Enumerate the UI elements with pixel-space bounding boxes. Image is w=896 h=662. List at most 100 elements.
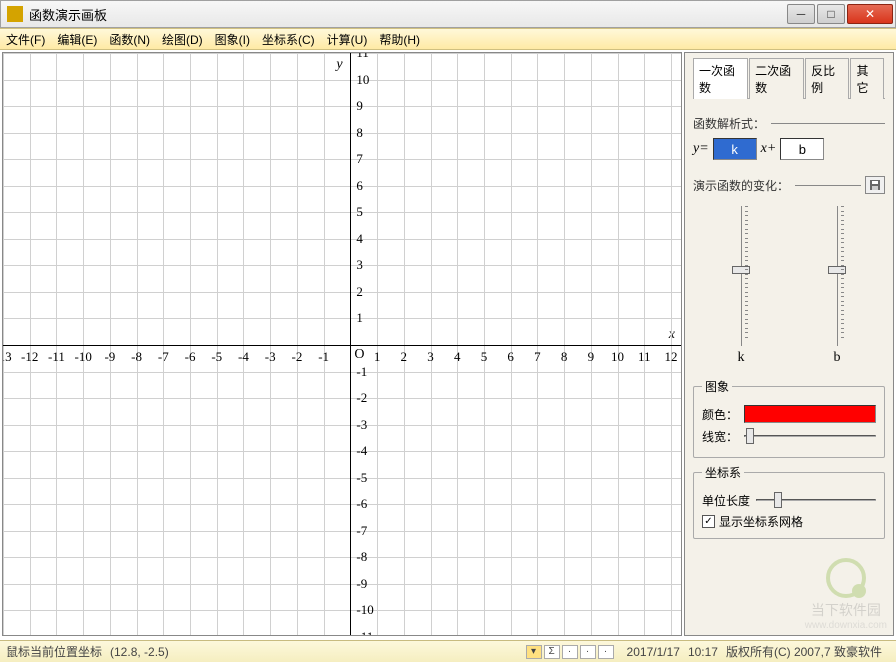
show-grid-label: 显示坐标系网格 [719, 513, 803, 530]
unit-length-label: 单位长度 [702, 492, 750, 509]
y-tick-label: -7 [356, 523, 367, 539]
x-tick-label: -10 [74, 349, 91, 365]
x-tick-label: -8 [131, 349, 142, 365]
y-tick-label: -1 [356, 364, 367, 380]
linewidth-slider[interactable] [744, 427, 876, 445]
x-tick-label: 11 [638, 349, 651, 365]
save-icon[interactable] [865, 176, 885, 194]
menu-coord[interactable]: 坐标系(C) [262, 31, 315, 48]
maximize-button[interactable]: □ [817, 4, 845, 24]
watermark: 当下软件园 www.downxia.com [805, 558, 887, 631]
color-label: 颜色： [702, 406, 738, 423]
x-tick-label: 10 [611, 349, 624, 365]
mouse-position-label: 鼠标当前位置坐标 [6, 643, 102, 660]
menu-function[interactable]: 函数(N) [109, 31, 150, 48]
image-fieldset: 图象 颜色： 线宽： [693, 378, 885, 458]
x-plus-label: x+ [761, 141, 777, 157]
x-tick-label: 5 [481, 349, 488, 365]
x-tick-label: 9 [588, 349, 595, 365]
menu-help[interactable]: 帮助(H) [379, 31, 420, 48]
y-tick-label: -8 [356, 549, 367, 565]
menu-plot[interactable]: 绘图(D) [162, 31, 203, 48]
tab-other[interactable]: 其它 [850, 58, 884, 99]
statusbar: 鼠标当前位置坐标 (12.8, -2.5) ▾ Σ · · · 2017/1/1… [0, 640, 896, 662]
x-tick-label: 2 [401, 349, 408, 365]
y-tick-label: -9 [356, 576, 367, 592]
x-tick-label: -9 [104, 349, 115, 365]
status-tool-3-icon[interactable]: · [562, 645, 578, 659]
show-grid-checkbox[interactable]: ✓ [702, 515, 715, 528]
window-title: 函数演示画板 [29, 5, 785, 24]
function-tabs: 一次函数 二次函数 反比例 其它 [693, 57, 885, 99]
k-input[interactable] [713, 138, 757, 160]
unit-length-slider[interactable] [756, 491, 876, 509]
x-tick-label: 3 [427, 349, 434, 365]
status-copyright: 版权所有(C) 2007,7 致豪软件 [726, 643, 882, 660]
x-tick-label: -2 [291, 349, 302, 365]
color-swatch[interactable] [744, 405, 876, 423]
y-tick-label: -4 [356, 443, 367, 459]
x-tick-label: -5 [211, 349, 222, 365]
x-tick-label: 8 [561, 349, 568, 365]
x-tick-label: -4 [238, 349, 249, 365]
tab-quadratic[interactable]: 二次函数 [749, 58, 804, 99]
x-tick-label: -11 [48, 349, 65, 365]
y-tick-label: 4 [356, 231, 363, 247]
y-tick-label: 10 [356, 72, 369, 88]
mouse-position-value: (12.8, -2.5) [110, 645, 169, 659]
y-tick-label: 6 [356, 178, 363, 194]
menu-image[interactable]: 图象(I) [215, 31, 250, 48]
x-tick-label: 1 [374, 349, 381, 365]
b-slider[interactable] [817, 206, 857, 346]
x-tick-label: 7 [534, 349, 541, 365]
x-tick-label: -12 [21, 349, 38, 365]
status-sigma-icon[interactable]: Σ [544, 645, 560, 659]
x-tick-label: 12 [665, 349, 678, 365]
x-tick-label: -13 [2, 349, 12, 365]
coord-fieldset: 坐标系 单位长度 ✓ 显示坐标系网格 [693, 464, 885, 539]
tab-inverse[interactable]: 反比例 [805, 58, 849, 99]
x-tick-label: 6 [507, 349, 514, 365]
expression-section-label: 函数解析式： [693, 115, 885, 132]
y-axis-label: y [336, 57, 342, 73]
y-tick-label: 3 [356, 257, 363, 273]
close-button[interactable]: ✕ [847, 4, 893, 24]
origin-label: O [354, 347, 364, 363]
x-tick-label: -7 [158, 349, 169, 365]
status-time: 10:17 [688, 645, 718, 659]
y-tick-label: 11 [356, 52, 369, 61]
menu-edit[interactable]: 编辑(E) [57, 31, 97, 48]
y-equals-label: y= [693, 141, 709, 157]
menu-file[interactable]: 文件(F) [6, 31, 45, 48]
b-input[interactable] [780, 138, 824, 160]
sidebar: 一次函数 二次函数 反比例 其它 函数解析式： y= x+ 演示函数的变化： [684, 52, 894, 636]
app-icon [7, 6, 23, 22]
y-tick-label: -10 [356, 602, 373, 618]
animation-section-label: 演示函数的变化： [693, 176, 885, 194]
menubar: 文件(F) 编辑(E) 函数(N) 绘图(D) 图象(I) 坐标系(C) 计算(… [0, 28, 896, 50]
y-tick-label: 5 [356, 204, 363, 220]
plot-area[interactable]: y x O -13-12-11-10-9-8-7-6-5-4-3-2-11234… [2, 52, 682, 636]
status-tool-1-icon[interactable]: ▾ [526, 645, 542, 659]
k-slider[interactable] [721, 206, 761, 346]
y-tick-label: 2 [356, 284, 363, 300]
status-date: 2017/1/17 [627, 645, 680, 659]
linewidth-label: 线宽： [702, 428, 738, 445]
y-tick-label: -5 [356, 470, 367, 486]
x-tick-label: 4 [454, 349, 461, 365]
x-tick-label: -1 [318, 349, 329, 365]
tab-linear[interactable]: 一次函数 [693, 58, 748, 99]
y-tick-label: 7 [356, 151, 363, 167]
y-tick-label: 9 [356, 98, 363, 114]
x-tick-label: -3 [265, 349, 276, 365]
y-tick-label: -3 [356, 417, 367, 433]
equation-row: y= x+ [693, 138, 885, 160]
y-tick-label: -2 [356, 390, 367, 406]
x-tick-label: -6 [185, 349, 196, 365]
titlebar: 函数演示画板 ─ □ ✕ [0, 0, 896, 28]
minimize-button[interactable]: ─ [787, 4, 815, 24]
status-tool-5-icon[interactable]: · [598, 645, 614, 659]
status-tool-4-icon[interactable]: · [580, 645, 596, 659]
menu-calc[interactable]: 计算(U) [327, 31, 368, 48]
y-tick-label: 1 [356, 310, 363, 326]
